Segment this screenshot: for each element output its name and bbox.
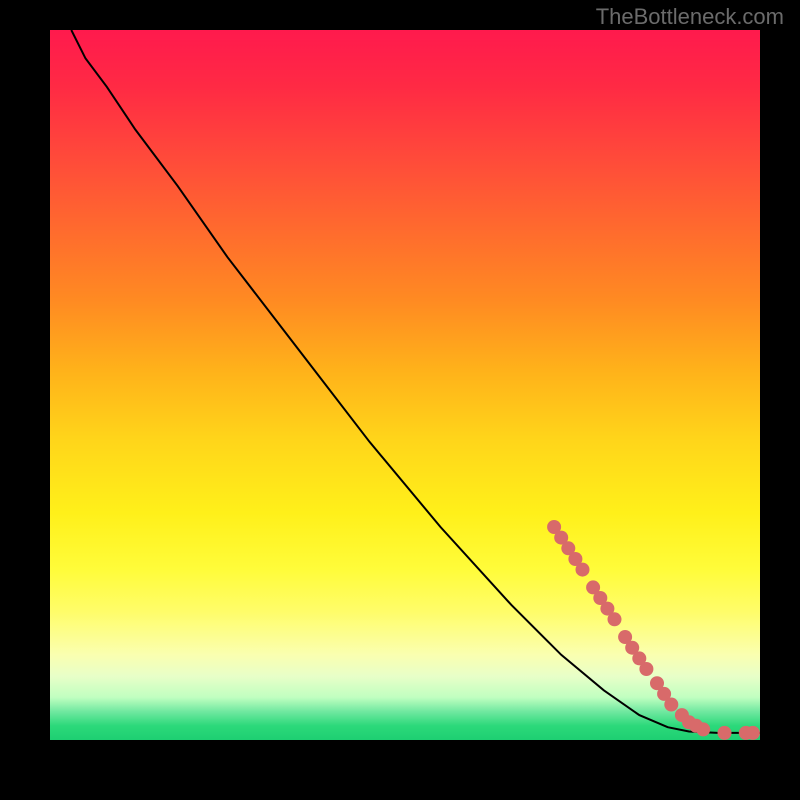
data-point	[696, 722, 710, 736]
watermark-text: TheBottleneck.com	[596, 4, 784, 30]
data-point	[746, 726, 760, 740]
data-point	[718, 726, 732, 740]
chart-area	[50, 30, 760, 740]
chart-svg	[50, 30, 760, 740]
data-point	[576, 563, 590, 577]
data-point	[639, 662, 653, 676]
highlighted-points-group	[547, 520, 760, 740]
data-point	[608, 612, 622, 626]
curve-line	[71, 30, 760, 733]
data-point	[664, 698, 678, 712]
bottleneck-curve	[71, 30, 760, 733]
